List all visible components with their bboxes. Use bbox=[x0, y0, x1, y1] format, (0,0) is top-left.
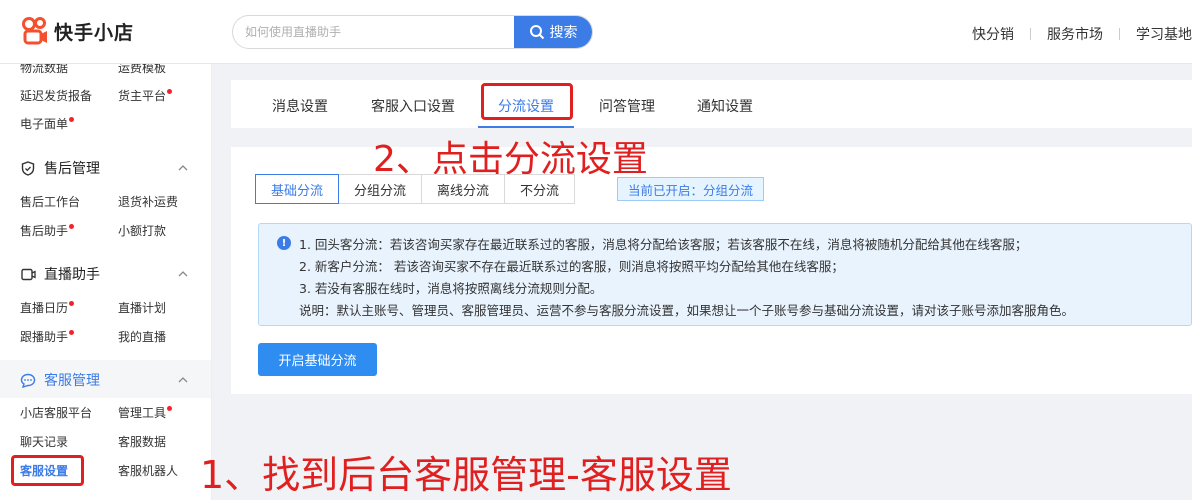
sidebar-item-after-sales-assistant[interactable]: 售后助手 bbox=[20, 222, 75, 239]
section-title: 直播助手 bbox=[44, 267, 100, 283]
search-input[interactable] bbox=[233, 16, 515, 48]
highlight-box-routing-tab bbox=[481, 83, 573, 120]
sidebar-item-cs-data[interactable]: 客服数据 bbox=[118, 433, 166, 450]
info-line: 1. 回头客分流：若该咨询买家存在最近联系过的客服，消息将分配给该客服；若该客服… bbox=[299, 237, 1028, 252]
link-learning-base[interactable]: 学习基地 bbox=[1136, 24, 1192, 44]
top-header: 快手小店 搜索 快分销 服务市场 学习基地 bbox=[0, 0, 1192, 64]
enable-basic-routing-button[interactable]: 开启基础分流 bbox=[258, 343, 377, 376]
current-status-tag: 当前已开启：分组分流 bbox=[617, 177, 765, 201]
segment-no-routing[interactable]: 不分流 bbox=[504, 174, 576, 204]
sidebar-item-e-waybill[interactable]: 电子面单 bbox=[20, 115, 75, 132]
chevron-up-icon[interactable] bbox=[177, 268, 189, 280]
new-dot bbox=[69, 330, 75, 335]
new-dot bbox=[69, 117, 75, 122]
search-icon bbox=[529, 25, 544, 40]
sidebar-item-cargo-platform[interactable]: 货主平台 bbox=[118, 87, 173, 104]
sidebar-item-return-freight[interactable]: 退货补运费 bbox=[118, 193, 178, 210]
sidebar-item-my-live[interactable]: 我的直播 bbox=[118, 328, 166, 345]
sidebar-item-cs-robot[interactable]: 客服机器人 bbox=[118, 462, 178, 479]
segment-offline-routing[interactable]: 离线分流 bbox=[421, 174, 506, 204]
search-button[interactable]: 搜索 bbox=[514, 16, 592, 48]
settings-tabs: 消息设置 客服入口设置 分流设置 问答管理 通知设置 bbox=[231, 80, 1192, 128]
sidebar-section-customer-service[interactable]: 客服管理 bbox=[20, 370, 100, 390]
logo[interactable]: 快手小店 bbox=[22, 16, 134, 46]
chat-icon bbox=[20, 372, 36, 388]
tab-entry-settings[interactable]: 客服入口设置 bbox=[371, 96, 455, 116]
new-dot bbox=[167, 89, 173, 94]
info-line: 3. 若没有客服在线时，消息将按照离线分流规则分配。 bbox=[299, 281, 603, 296]
segment-group-routing[interactable]: 分组分流 bbox=[338, 174, 423, 204]
tab-notification-settings[interactable]: 通知设置 bbox=[697, 96, 753, 116]
sidebar-item-small-payment[interactable]: 小额打款 bbox=[118, 222, 166, 239]
divider bbox=[1119, 28, 1120, 40]
shield-icon bbox=[20, 160, 36, 176]
routing-mode-selector: 基础分流 分组分流 离线分流 不分流 bbox=[255, 174, 576, 204]
info-line: 2. 新客户分流： 若该咨询买家不存在最近联系过的客服，则消息将按照平均分配给其… bbox=[299, 259, 844, 274]
sidebar-section-live-assistant[interactable]: 直播助手 bbox=[20, 264, 100, 284]
sidebar-item-after-sales-workbench[interactable]: 售后工作台 bbox=[20, 193, 80, 210]
sidebar-item-management-tools[interactable]: 管理工具 bbox=[118, 404, 173, 421]
sidebar-item-live-calendar[interactable]: 直播日历 bbox=[20, 299, 75, 316]
sidebar: 物流数据 运费模板 延迟发货报备 货主平台 电子面单 售后管理 售后工作台 退货… bbox=[0, 64, 212, 500]
sidebar-item-cs-platform[interactable]: 小店客服平台 bbox=[20, 404, 92, 421]
sidebar-item-freight-template[interactable]: 运费模板 bbox=[118, 64, 166, 76]
logo-text: 快手小店 bbox=[54, 21, 135, 44]
section-title: 售后管理 bbox=[44, 161, 100, 177]
tab-message-settings[interactable]: 消息设置 bbox=[272, 96, 328, 116]
link-service-market[interactable]: 服务市场 bbox=[1047, 24, 1103, 44]
new-dot bbox=[69, 224, 75, 229]
chevron-up-icon[interactable] bbox=[177, 374, 189, 386]
tab-qa-management[interactable]: 问答管理 bbox=[599, 96, 655, 116]
highlight-box-cs-settings bbox=[11, 455, 84, 486]
sidebar-item-logistics-data[interactable]: 物流数据 bbox=[20, 64, 68, 76]
live-icon bbox=[20, 266, 36, 282]
chevron-up-icon[interactable] bbox=[177, 162, 189, 174]
sidebar-section-after-sales[interactable]: 售后管理 bbox=[20, 158, 100, 178]
divider bbox=[1030, 28, 1031, 40]
search-bar: 搜索 bbox=[232, 15, 593, 49]
sidebar-item-live-plan[interactable]: 直播计划 bbox=[118, 299, 166, 316]
top-links: 快分销 服务市场 学习基地 bbox=[972, 24, 1192, 44]
active-tab-indicator bbox=[478, 126, 574, 128]
info-note: 说明：默认主账号、管理员、客服管理员、运营不参与客服分流设置，如果想让一个子账号… bbox=[299, 303, 1075, 318]
new-dot bbox=[167, 406, 173, 411]
new-dot bbox=[69, 301, 75, 306]
sidebar-item-chat-records[interactable]: 聊天记录 bbox=[20, 433, 68, 450]
search-button-label: 搜索 bbox=[549, 25, 578, 41]
section-title: 客服管理 bbox=[44, 373, 100, 389]
info-alert: ! 1. 回头客分流：若该咨询买家存在最近联系过的客服，消息将分配给该客服；若该… bbox=[258, 223, 1192, 326]
annotation-step-1: 1、找到后台客服管理-客服设置 bbox=[200, 453, 732, 497]
sidebar-item-follow-assistant[interactable]: 跟播助手 bbox=[20, 328, 75, 345]
link-kuaifenxiao[interactable]: 快分销 bbox=[972, 24, 1014, 44]
sidebar-item-delay-report[interactable]: 延迟发货报备 bbox=[20, 87, 92, 104]
segment-basic-routing[interactable]: 基础分流 bbox=[255, 174, 340, 204]
kuaishou-logo-icon bbox=[22, 17, 47, 45]
info-icon: ! bbox=[277, 236, 291, 250]
